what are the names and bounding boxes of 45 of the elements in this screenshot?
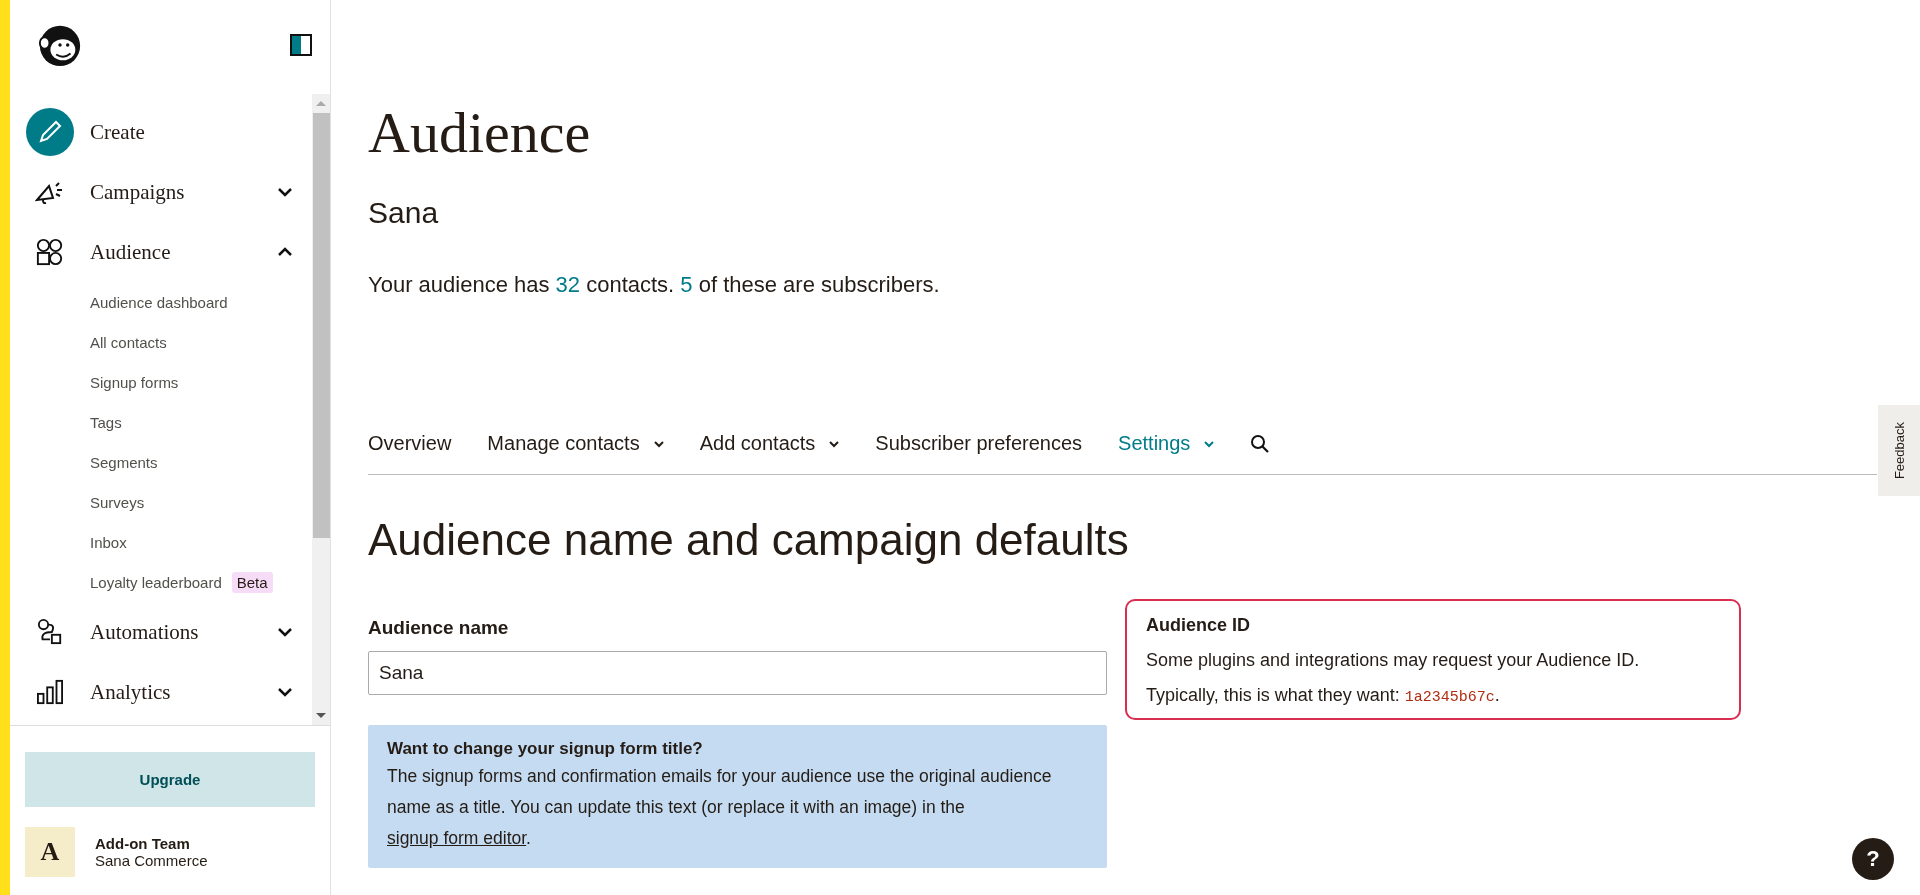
account-name: Add-on Team [95, 835, 191, 852]
sub-nav-link[interactable]: Inbox [90, 533, 127, 551]
company-name: Sana Commerce [95, 852, 208, 869]
feedback-tab[interactable]: Feedback [1878, 405, 1920, 496]
tab[interactable]: Add contacts [699, 432, 840, 456]
beta-badge: Beta [231, 571, 273, 593]
tab[interactable]: Manage contacts [487, 432, 664, 456]
scrollbar[interactable] [312, 94, 330, 725]
tab[interactable]: Subscriber preferences [875, 432, 1083, 456]
sub-nav-link[interactable]: Audience dashboard [90, 293, 228, 311]
workflow-icon [37, 619, 63, 645]
account-avatar[interactable]: A [25, 827, 75, 877]
bar-chart-icon [36, 679, 64, 705]
sub-nav-link[interactable]: Segments [90, 453, 158, 471]
pencil-icon [26, 108, 74, 156]
page-title: Audience [368, 99, 592, 167]
info-text: The signup forms and confirmation emails for your audience use the original audience name as a title. You can update this text (or replace it with an image) in the signup form editor. [387, 764, 1053, 850]
sub-nav-link[interactable]: All contacts [90, 333, 167, 351]
megaphone-icon [35, 180, 65, 204]
audience-id-description: Some plugins and integrations may request your Audience ID. [1146, 649, 1641, 671]
sub-nav-link[interactable]: Signup forms [90, 373, 179, 391]
upgrade-button[interactable]: Upgrade [25, 752, 315, 807]
audience-id-title: Audience ID [1146, 614, 1252, 636]
search-icon[interactable] [1250, 433, 1271, 454]
info-title: Want to change your signup form title? [387, 738, 704, 759]
nav-section[interactable]: Campaigns [10, 162, 312, 222]
nav-section[interactable]: Analytics [10, 662, 312, 722]
audience-name-heading: Sana [368, 195, 440, 230]
tab[interactable]: Overview [368, 432, 452, 456]
audience-id-text: Typically, this is what they want: 1a2345b67c. [1146, 684, 1501, 706]
nav-section[interactable]: Automations [10, 602, 312, 662]
audience-stats-text: Your audience has 32 contacts. 5 of these are subscribers. [368, 271, 941, 298]
help-button[interactable]: ? [1852, 838, 1894, 880]
sidebar-toggle-icon[interactable] [290, 34, 312, 56]
sub-nav-link[interactable]: Surveys [90, 493, 145, 511]
sub-nav-link[interactable]: Loyalty leaderboard [90, 573, 222, 591]
people-grid-icon [36, 238, 64, 266]
tab[interactable]: Settings [1118, 432, 1215, 456]
section-heading: Audience name and campaign defaults [368, 514, 1130, 565]
audience-name-input[interactable]: Sana [368, 650, 1107, 695]
sub-nav-link[interactable]: Tags [90, 413, 122, 431]
nav-section[interactable]: Audience [10, 222, 312, 282]
field-label: Audience name [368, 616, 510, 639]
signup-form-editor-link[interactable]: signup form editor [387, 827, 527, 848]
create-nav-item[interactable]: Create [10, 102, 312, 162]
